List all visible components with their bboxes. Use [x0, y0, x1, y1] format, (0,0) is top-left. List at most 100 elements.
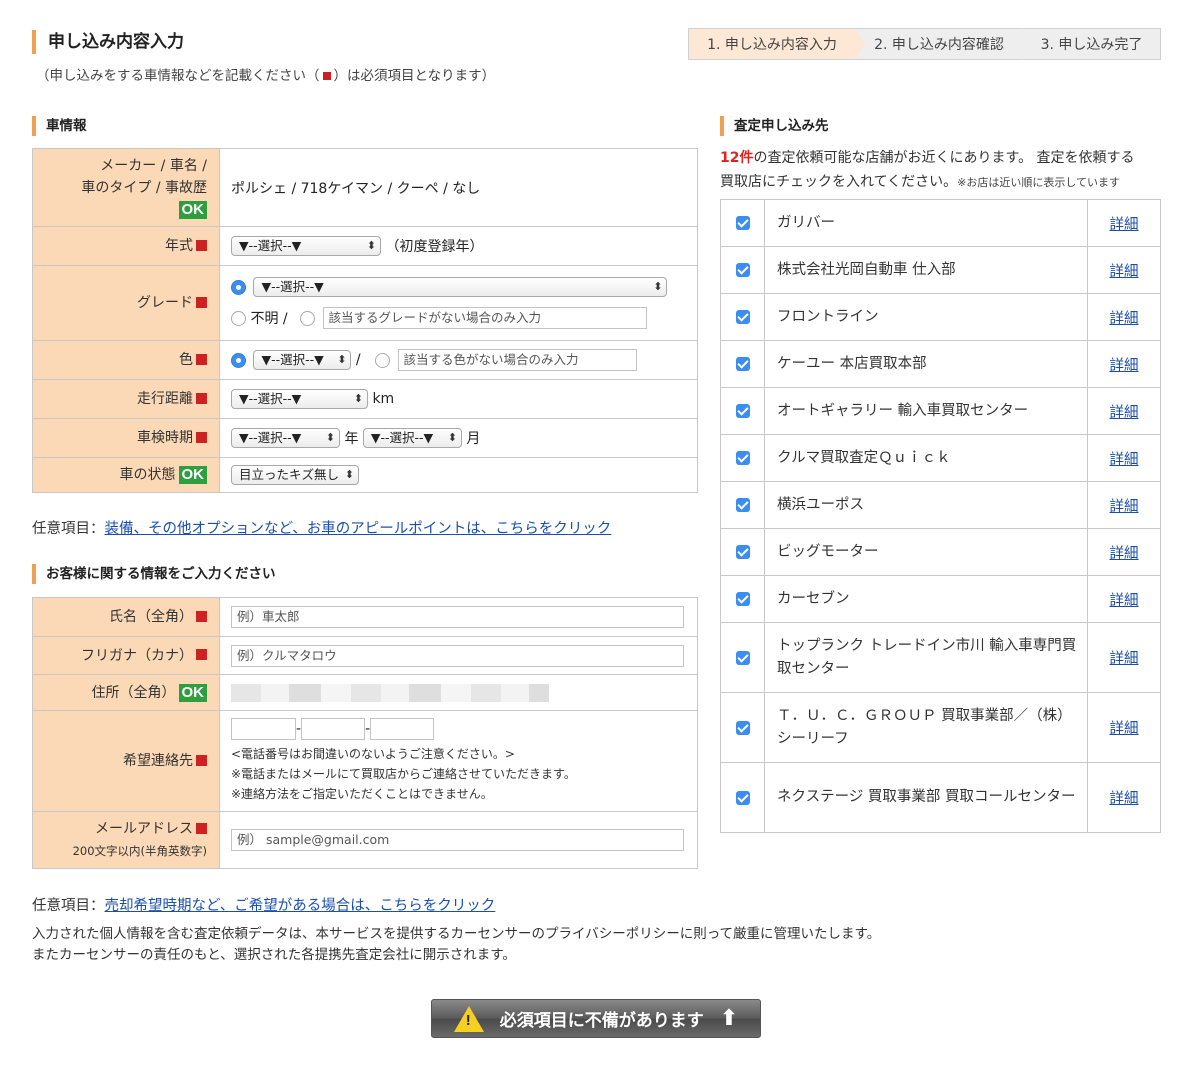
condition-select[interactable]: 目立ったキズ無し — [231, 465, 359, 485]
maker-value: ポルシェ / 718ケイマン / クーペ / なし — [219, 148, 698, 227]
year-label: 年式 — [32, 226, 220, 266]
checkbox-checked-icon[interactable] — [735, 310, 750, 324]
grade-unknown-radio[interactable] — [231, 310, 246, 326]
grade-custom-input[interactable]: 該当するグレードがない場合のみ入力 — [322, 307, 647, 329]
email-cell: 例） sample@gmail.com — [219, 811, 698, 869]
year-label-text: 年式 — [165, 238, 193, 254]
subtitle-text-before: （申し込みをする車情報などを記載ください（ — [36, 68, 320, 84]
step-1-label: 1. 申し込み内容入力 — [707, 37, 837, 53]
shop-detail-link[interactable]: 詳細 — [1110, 452, 1139, 468]
optional-timing: 任意項目：売却希望時期など、ご希望がある場合は、こちらをクリック — [32, 894, 495, 915]
submit-button[interactable]: ! 必須項目に不備があります ⬆ — [431, 999, 761, 1038]
condition-label-text: 車の状態 — [119, 467, 176, 483]
checkbox-checked-icon[interactable] — [735, 451, 750, 465]
shop-detail-link[interactable]: 詳細 — [1110, 217, 1139, 233]
phone-input-3[interactable] — [370, 718, 435, 740]
shop-checkbox-cell — [720, 293, 765, 341]
checkbox-checked-icon[interactable] — [735, 545, 750, 559]
phone-input-1[interactable] — [231, 718, 296, 740]
appeal-points-link[interactable]: 装備、その他オプションなど、お車のアピールポイントは、こちらをクリック — [105, 521, 612, 537]
shop-detail-link[interactable]: 詳細 — [1110, 651, 1139, 667]
color-custom-radio[interactable] — [375, 352, 391, 368]
sale-timing-link[interactable]: 売却希望時期など、ご希望がある場合は、こちらをクリック — [105, 898, 496, 914]
grade-select-radio[interactable] — [231, 279, 246, 295]
shop-detail-link[interactable]: 詳細 — [1110, 405, 1139, 421]
shop-name: ビッグモーター — [764, 528, 1088, 576]
address-row: 住所（全角） OK — [32, 674, 698, 711]
shop-detail-link[interactable]: 詳細 — [1110, 546, 1139, 562]
shop-detail-cell: 詳細 — [1087, 387, 1161, 435]
email-row: メールアドレス 200文字以内(半角英数字) 例） sample@gmail.co… — [32, 811, 698, 869]
optional-appeal: 任意項目：装備、その他オプションなど、お車のアピールポイントは、こちらをクリック — [32, 517, 611, 538]
required-icon — [196, 610, 207, 622]
shop-checkbox-cell — [720, 692, 765, 763]
shop-row: ケーユー 本店買取本部 詳細 — [720, 340, 1161, 388]
grade-custom-radio[interactable] — [300, 310, 316, 326]
phone-input-2[interactable] — [301, 718, 366, 740]
kana-label-text: フリガナ（カナ） — [81, 647, 193, 664]
checkbox-checked-icon[interactable] — [735, 263, 750, 277]
required-icon — [196, 392, 207, 404]
mileage-select[interactable]: ▼--選択--▼ — [231, 389, 368, 409]
shop-name: Ｔ．Ｕ．Ｃ．ＧＲＯＵＰ 買取事業部／（株）シーリーフ — [764, 692, 1088, 763]
shops-intro-note: ※お店は近い順に表示しています — [957, 176, 1121, 189]
required-icon — [196, 353, 207, 365]
shop-row: カーセブン 詳細 — [720, 575, 1161, 623]
mileage-row: 走行距離 ▼--選択--▼ km — [32, 379, 698, 419]
shop-detail-link[interactable]: 詳細 — [1110, 264, 1139, 280]
shop-checkbox-cell — [720, 762, 765, 833]
address-cell — [219, 674, 698, 711]
checkbox-checked-icon[interactable] — [735, 357, 750, 371]
address-redacted — [231, 683, 549, 702]
checkbox-checked-icon[interactable] — [735, 216, 750, 230]
checkbox-checked-icon[interactable] — [735, 592, 750, 606]
color-custom-input[interactable]: 該当する色がない場合のみ入力 — [397, 349, 637, 371]
shop-checkbox-cell — [720, 387, 765, 435]
address-label-text: 住所（全角） — [91, 684, 176, 701]
shop-detail-link[interactable]: 詳細 — [1110, 593, 1139, 609]
checkbox-checked-icon[interactable] — [735, 498, 750, 512]
inspection-month-select[interactable]: ▼--選択--▼ — [362, 428, 462, 448]
shop-row: 横浜ユーポス 詳細 — [720, 481, 1161, 529]
shop-detail-cell: 詳細 — [1087, 622, 1161, 693]
shop-detail-link[interactable]: 詳細 — [1110, 358, 1139, 374]
condition-row: 車の状態 OK 目立ったキズ無し — [32, 457, 698, 493]
inspection-year-select[interactable]: ▼--選択--▼ — [231, 428, 340, 448]
warning-icon: ! — [453, 1005, 484, 1032]
shop-detail-link[interactable]: 詳細 — [1110, 791, 1139, 807]
shop-detail-link[interactable]: 詳細 — [1110, 311, 1139, 327]
shop-detail-cell: 詳細 — [1087, 528, 1161, 576]
color-row: 色 ▼--選択--▼ / 該当する色がない場合のみ入力 — [32, 340, 698, 380]
color-select-radio[interactable] — [231, 352, 246, 368]
step-arrow-icon — [855, 28, 865, 60]
name-input[interactable]: 例）車太郎 — [231, 606, 684, 628]
kana-row: フリガナ（カナ） 例）クルマタロウ — [32, 636, 698, 675]
checkbox-checked-icon[interactable] — [735, 790, 750, 805]
step-1: 1. 申し込み内容入力 — [688, 28, 865, 60]
step-3-label: 3. 申し込み完了 — [1040, 37, 1143, 53]
shop-detail-link[interactable]: 詳細 — [1110, 721, 1139, 737]
shops-table: ガリバー 詳細 株式会社光岡自動車 仕入部 詳細 フロントライン 詳細 ケーユー 本店買取本… — [720, 199, 1161, 833]
shops-body: ガリバー 詳細 株式会社光岡自動車 仕入部 詳細 フロントライン 詳細 ケーユー 本店買取本… — [720, 199, 1161, 833]
shop-detail-cell: 詳細 — [1087, 692, 1161, 763]
page-title: 申し込み内容入力 — [32, 30, 184, 54]
year-select[interactable]: ▼--選択--▼ — [231, 236, 381, 256]
kana-input[interactable]: 例）クルマタロウ — [231, 644, 684, 667]
grade-select[interactable]: ▼--選択--▼ — [253, 277, 668, 297]
maker-row: メーカー / 車名 / 車のタイプ / 事故歴 OK ポルシェ / 718ケイマン … — [32, 148, 698, 227]
shop-detail-cell: 詳細 — [1087, 762, 1161, 833]
ok-badge: OK — [178, 683, 207, 702]
color-select[interactable]: ▼--選択--▼ — [253, 350, 352, 370]
checkbox-checked-icon[interactable] — [735, 404, 750, 418]
phone-note: ※連絡方法をご指定いただくことはできません。 — [231, 787, 493, 801]
name-cell: 例）車太郎 — [219, 597, 698, 637]
email-input[interactable]: 例） sample@gmail.com — [231, 829, 684, 851]
grade-unknown-label: 不明 / — [250, 311, 288, 327]
shop-row: 株式会社光岡自動車 仕入部 詳細 — [720, 246, 1161, 294]
step-3: 3. 申し込み完了 — [1023, 28, 1161, 60]
shop-detail-link[interactable]: 詳細 — [1110, 499, 1139, 515]
grade-label: グレード — [32, 265, 220, 341]
checkbox-checked-icon[interactable] — [735, 650, 750, 665]
checkbox-checked-icon[interactable] — [735, 720, 750, 735]
grade-label-text: グレード — [137, 295, 193, 311]
